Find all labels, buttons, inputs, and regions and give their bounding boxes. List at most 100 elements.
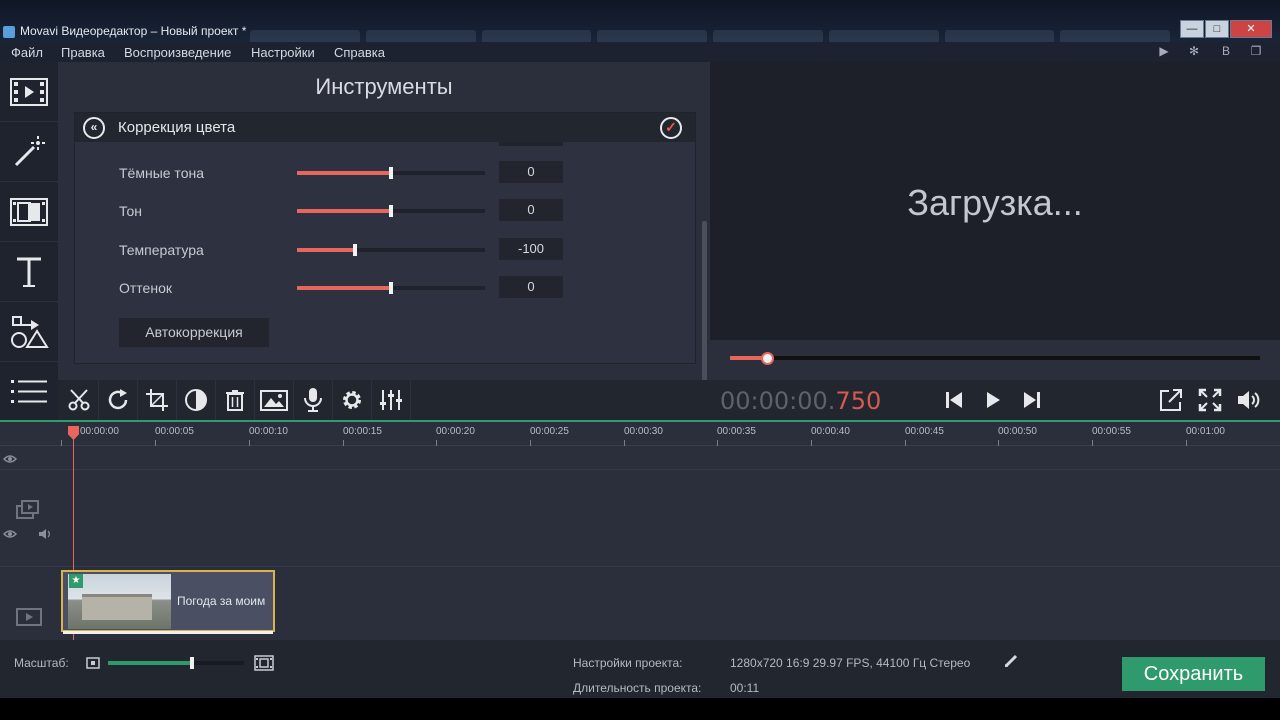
image-button[interactable] bbox=[255, 380, 294, 420]
temperature-value-input[interactable]: -100 bbox=[499, 238, 563, 260]
clip-name: Погода за моим bbox=[177, 594, 266, 608]
equalizer-button[interactable] bbox=[372, 380, 411, 420]
window-restore-icon[interactable]: ❐ bbox=[1248, 44, 1264, 60]
zoom-slider-thumb[interactable] bbox=[190, 657, 195, 669]
crop-button[interactable] bbox=[138, 380, 177, 420]
menu-file[interactable]: Файл bbox=[11, 45, 43, 60]
background-taskbar bbox=[250, 30, 1170, 42]
color-correction-panel: « Коррекция цвета ✓ Тёмные тона 0 Тон 0 … bbox=[74, 112, 707, 411]
tint-label: Оттенок bbox=[119, 280, 172, 296]
cut-button[interactable] bbox=[60, 380, 99, 420]
more-tools-icon bbox=[11, 379, 47, 403]
save-button[interactable]: Сохранить bbox=[1122, 657, 1265, 691]
record-audio-button[interactable] bbox=[294, 380, 333, 420]
app-icon bbox=[3, 26, 15, 38]
window-title: Movavi Видеоредактор – Новый проект * bbox=[20, 24, 247, 38]
zoom-in-icon[interactable] bbox=[254, 655, 274, 671]
minimize-button[interactable]: — bbox=[1180, 20, 1204, 38]
shadows-slider[interactable] bbox=[297, 167, 485, 179]
stickers-tool[interactable] bbox=[0, 302, 58, 362]
fullscreen-button[interactable] bbox=[1190, 380, 1229, 420]
maximize-button[interactable]: □ bbox=[1205, 20, 1229, 38]
filters-tool[interactable] bbox=[0, 122, 58, 182]
tone-value-input[interactable]: 0 bbox=[499, 199, 563, 221]
transitions-tool[interactable] bbox=[0, 182, 58, 242]
timecode-main: 00:00:00. bbox=[720, 387, 836, 415]
zoom-out-icon[interactable] bbox=[86, 657, 100, 669]
scissors-icon bbox=[68, 389, 90, 411]
tick-label: 00:00:00 bbox=[80, 426, 119, 437]
tick-label: 00:00:45 bbox=[905, 426, 944, 437]
color-correction-title: Коррекция цвета bbox=[118, 119, 236, 136]
loading-text: Загрузка... bbox=[907, 182, 1083, 223]
back-icon[interactable]: « bbox=[83, 117, 105, 139]
close-button[interactable]: ✕ bbox=[1230, 20, 1272, 38]
temperature-slider[interactable] bbox=[297, 244, 485, 256]
volume-icon bbox=[1237, 391, 1259, 409]
tone-slider[interactable] bbox=[297, 205, 485, 217]
tick-label: 00:00:40 bbox=[811, 426, 850, 437]
clip-thumbnail bbox=[68, 574, 171, 629]
delete-button[interactable] bbox=[216, 380, 255, 420]
shadows-value-input[interactable]: 0 bbox=[499, 161, 563, 183]
preview-progress-track[interactable] bbox=[730, 356, 1260, 360]
equalizer-icon bbox=[380, 390, 402, 410]
tint-slider[interactable] bbox=[297, 282, 485, 294]
import-tool[interactable] bbox=[0, 62, 58, 122]
odnoklassniki-icon[interactable]: ✻ bbox=[1186, 44, 1202, 60]
menu-bar: Файл Правка Воспроизведение Настройки Сп… bbox=[0, 42, 1280, 62]
skip-back-icon bbox=[945, 392, 962, 408]
video-track-icon bbox=[16, 608, 42, 626]
vk-icon[interactable]: В bbox=[1218, 44, 1234, 60]
eye-icon[interactable] bbox=[3, 454, 17, 464]
play-button[interactable] bbox=[973, 380, 1012, 420]
volume-button[interactable] bbox=[1229, 380, 1268, 420]
video-clip[interactable]: ★ Погода за моим bbox=[61, 570, 275, 634]
menu-help[interactable]: Справка bbox=[334, 45, 385, 60]
tint-value-input[interactable]: 0 bbox=[499, 276, 563, 298]
auto-correction-button[interactable]: Автокоррекция bbox=[119, 318, 269, 347]
trash-icon bbox=[226, 390, 244, 411]
tick-label: 00:00:20 bbox=[436, 426, 475, 437]
duration-label: Длительность проекта: bbox=[573, 681, 702, 695]
shadows-label: Тёмные тона bbox=[119, 165, 204, 181]
skip-forward-icon bbox=[1023, 392, 1040, 408]
titles-tool[interactable] bbox=[0, 242, 58, 302]
export-button[interactable] bbox=[1151, 380, 1190, 420]
seek-bar bbox=[710, 340, 1280, 380]
title-track[interactable] bbox=[0, 446, 1280, 470]
row-shadows: Тёмные тона 0 bbox=[75, 161, 675, 185]
tools-heading: Инструменты bbox=[315, 74, 453, 99]
zoom-slider[interactable] bbox=[108, 657, 244, 669]
tick-label: 00:00:30 bbox=[624, 426, 663, 437]
eye-icon[interactable] bbox=[3, 529, 17, 539]
more-tool[interactable] bbox=[0, 362, 58, 422]
previous-frame-button[interactable] bbox=[934, 380, 973, 420]
speaker-icon[interactable] bbox=[38, 528, 54, 540]
tick-label: 00:00:15 bbox=[343, 426, 382, 437]
menu-playback[interactable]: Воспроизведение bbox=[124, 45, 231, 60]
preview-progress-knob[interactable] bbox=[761, 352, 775, 365]
edit-pencil-icon[interactable] bbox=[1004, 654, 1018, 668]
next-frame-button[interactable] bbox=[1012, 380, 1051, 420]
magic-wand-icon bbox=[14, 135, 45, 166]
rotate-button[interactable] bbox=[99, 380, 138, 420]
clip-audio-line bbox=[63, 631, 273, 634]
overlay-track[interactable] bbox=[0, 470, 1280, 567]
color-adjust-button[interactable] bbox=[177, 380, 216, 420]
play-icon bbox=[986, 392, 1000, 408]
tone-label: Тон bbox=[119, 203, 142, 219]
preview-area: Загрузка... bbox=[710, 62, 1280, 340]
menu-edit[interactable]: Правка bbox=[61, 45, 105, 60]
fullscreen-icon bbox=[1198, 388, 1221, 412]
timeline-ruler[interactable]: 00:00:00 00:00:05 00:00:10 00:00:15 00:0… bbox=[0, 422, 1280, 446]
apply-check-icon[interactable]: ✓ bbox=[660, 117, 682, 139]
project-settings-value: 1280x720 16:9 29.97 FPS, 44100 Гц Стерео bbox=[730, 656, 971, 670]
tick-label: 00:00:35 bbox=[717, 426, 756, 437]
menu-settings[interactable]: Настройки bbox=[251, 45, 315, 60]
youtube-icon[interactable]: ▶ bbox=[1156, 44, 1172, 60]
left-toolbar bbox=[0, 62, 58, 422]
clip-properties-button[interactable] bbox=[333, 380, 372, 420]
transitions-icon bbox=[10, 197, 48, 226]
temperature-label: Температура bbox=[119, 242, 204, 258]
